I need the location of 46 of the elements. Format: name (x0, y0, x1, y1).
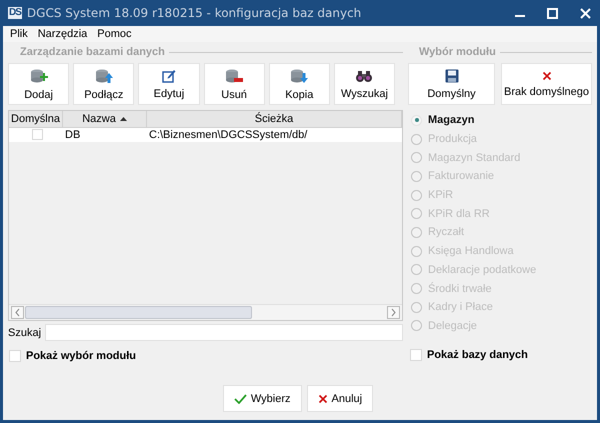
dialog-button[interactable]: Wybierz (222, 385, 302, 412)
radio-label[interactable]: Magazyn (428, 114, 474, 126)
check-icon (234, 394, 247, 404)
toolbar-button[interactable]: Usuń (204, 63, 265, 105)
group-title: Wybór modułu (419, 46, 496, 58)
toolbar-button[interactable]: Edytuj (138, 63, 200, 105)
toolbar-button[interactable]: Kopia (268, 63, 330, 105)
module-button[interactable]: Domyślny (408, 63, 495, 105)
app-logo: DS (8, 7, 22, 19)
menu-item[interactable]: Narzędzia (32, 28, 92, 40)
search-label: Szukaj (8, 326, 42, 338)
binoculars-icon (355, 68, 374, 82)
database-arrow-icon (94, 68, 113, 84)
module-button[interactable]: Brak domyślnego (501, 63, 592, 105)
checkbox-label[interactable]: Pokaż wybór modułu (26, 350, 136, 362)
checkbox-label[interactable]: Pokaż bazy danych (427, 349, 528, 362)
column-header[interactable]: Domyślna (9, 111, 63, 128)
edit-icon (162, 68, 176, 82)
scroll-right-icon[interactable] (387, 306, 400, 319)
table-cell-text: DB (64, 128, 82, 142)
toolbar-button[interactable]: Wyszukaj (334, 63, 396, 105)
menu-item[interactable]: Pomoc (92, 28, 137, 40)
toolbar-button[interactable]: Podłącz (73, 63, 134, 105)
checkbox[interactable] (410, 349, 422, 362)
close-icon (542, 70, 552, 80)
close-icon[interactable] (580, 8, 591, 18)
radio-button[interactable] (411, 114, 422, 126)
checkbox[interactable] (9, 350, 21, 362)
toolbar-button[interactable]: Dodaj (8, 63, 70, 105)
database-add-icon (30, 68, 48, 84)
close-icon (318, 394, 328, 404)
scrollbar-thumb[interactable] (25, 306, 252, 319)
window-title: DGCS System 18.09 r180215 - konfiguracja baz danych (26, 6, 362, 20)
database-remove-icon (225, 68, 244, 84)
database-arrow-icon (290, 68, 308, 84)
scroll-left-icon[interactable] (11, 306, 24, 319)
horizontal-scrollbar[interactable] (9, 304, 402, 320)
column-header[interactable]: Nazwa (63, 111, 147, 128)
maximize-icon[interactable] (547, 8, 558, 18)
dialog-button[interactable]: Anuluj (306, 385, 374, 412)
menu-item[interactable]: Plik (5, 28, 33, 40)
default-checkbox[interactable] (32, 129, 43, 140)
table-cell-text: C:\Biznesmen\DGCSSystem/db/ (148, 128, 308, 142)
search-field[interactable] (45, 324, 403, 341)
column-header[interactable]: Ścieżka (147, 111, 402, 128)
group-title: Zarządzanie bazami danych (20, 46, 165, 58)
